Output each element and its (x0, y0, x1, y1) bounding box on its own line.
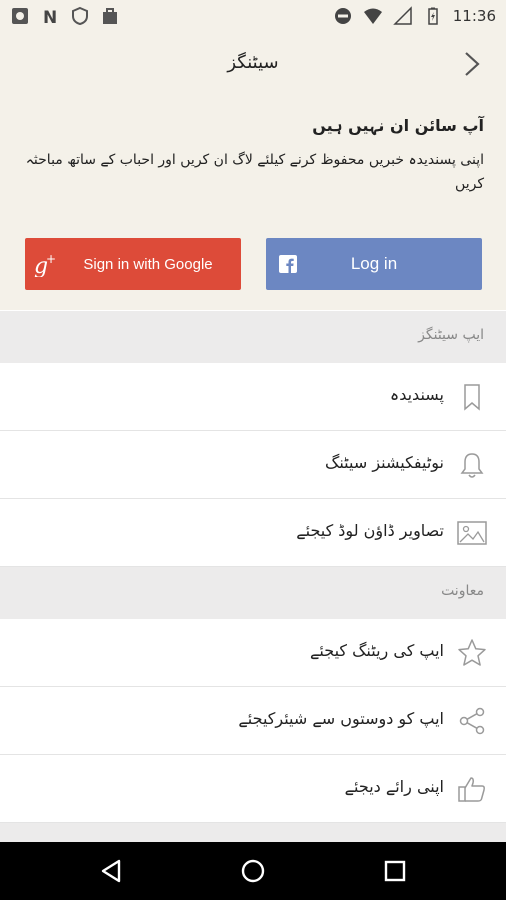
image-icon (457, 521, 487, 545)
thumbs-up-icon (458, 777, 485, 802)
settings-item-label: پسندیدہ (389, 385, 444, 404)
google-plus-icon: g + (25, 238, 65, 290)
settings-header: سیٹنگز آپ سائن ان نہیں ہیں اپنی پسندیدہ … (0, 32, 506, 310)
bookmark-icon (464, 384, 480, 411)
page-title: سیٹنگز (227, 52, 279, 73)
system-icons: 11:36 (333, 6, 496, 26)
settings-item-label: تصاویر ڈاؤن لوڈ کیجئے (296, 521, 444, 540)
system-navigation-bar (0, 842, 506, 900)
settings-item-favorites[interactable]: پسندیدہ (0, 363, 506, 431)
section-header-partial (0, 823, 506, 842)
svg-text:N: N (43, 8, 57, 26)
n-notification-icon: N (43, 8, 57, 26)
back-chevron-icon[interactable] (462, 50, 482, 78)
settings-item-rate-app[interactable]: ایپ کی ریٹنگ کیجئے (0, 619, 506, 687)
bag-notification-icon (103, 8, 117, 24)
status-bar: N 11:36 (0, 0, 506, 32)
section-title: معاونت (441, 583, 484, 599)
settings-item-label: اپنی رائے دیجئے (344, 777, 444, 796)
home-circle-icon[interactable] (236, 854, 270, 888)
settings-item-label: ایپ کی ریٹنگ کیجئے (310, 641, 444, 660)
signed-out-description: اپنی پسندیدہ خبریں محفوظ کرنے کیلئے لاگ … (25, 152, 484, 192)
do-not-disturb-icon (334, 8, 351, 24)
section-header-app-settings: ایپ سیٹنگز (0, 311, 506, 363)
bell-icon (460, 453, 484, 478)
facebook-login-label: Log in (350, 254, 398, 273)
recents-square-icon[interactable] (378, 854, 412, 888)
google-sign-in-label: Sign in with Google (83, 255, 213, 273)
shield-notification-icon (72, 6, 88, 26)
facebook-icon (266, 238, 310, 290)
settings-item-label: ایپ کو دوستوں سے شیئرکیجئے (238, 709, 444, 728)
signal-icon (392, 6, 412, 25)
signed-out-title: آپ سائن ان نہیں ہیں (312, 116, 484, 135)
back-triangle-icon[interactable] (94, 854, 128, 888)
wifi-icon (363, 8, 382, 24)
section-header-support: معاونت (0, 567, 506, 619)
facebook-login-button[interactable]: Log in (266, 238, 482, 290)
notification-icons: N (10, 6, 120, 26)
google-sign-in-button[interactable]: g + Sign in with Google (25, 238, 241, 290)
section-title: ایپ سیٹنگز (418, 327, 484, 343)
settings-item-share-app[interactable]: ایپ کو دوستوں سے شیئرکیجئے (0, 687, 506, 755)
battery-icon (428, 7, 438, 25)
share-icon (459, 707, 485, 735)
settings-item-feedback[interactable]: اپنی رائے دیجئے (0, 755, 506, 823)
clock: 11:36 (452, 7, 496, 25)
app-notification-icon (12, 8, 28, 24)
svg-text:+: + (46, 252, 56, 266)
star-icon (458, 639, 486, 666)
settings-item-label: نوٹیفکیشنز سیٹنگ (325, 453, 444, 472)
settings-item-notifications[interactable]: نوٹیفکیشنز سیٹنگ (0, 431, 506, 499)
settings-item-download-images[interactable]: تصاویر ڈاؤن لوڈ کیجئے (0, 499, 506, 567)
